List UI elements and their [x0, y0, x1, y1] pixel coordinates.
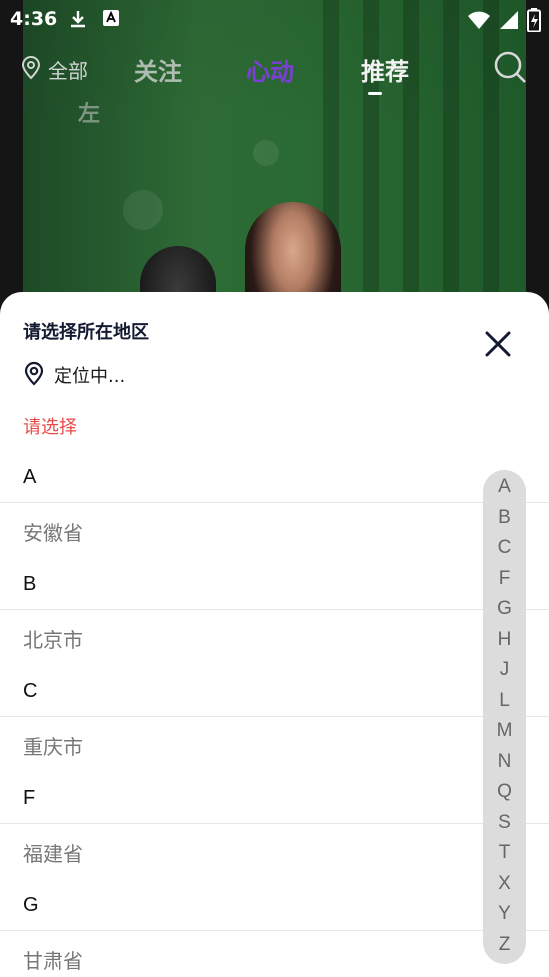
location-pin-icon — [20, 54, 42, 85]
ceiling-light — [123, 190, 163, 230]
index-letter[interactable]: B — [483, 507, 526, 529]
index-letter[interactable]: C — [483, 537, 526, 559]
index-letter[interactable]: N — [483, 751, 526, 773]
list-item-province[interactable]: 甘肃省 — [0, 931, 549, 977]
tab-recommend[interactable]: 推荐 — [361, 52, 409, 87]
list-item-province[interactable]: 安徽省 — [0, 503, 549, 559]
section-header-b: B — [0, 559, 549, 610]
index-letter[interactable]: Y — [483, 903, 526, 925]
index-letter[interactable]: S — [483, 812, 526, 834]
list-item-province[interactable]: 重庆市 — [0, 717, 549, 773]
location-filter[interactable]: 全部 — [20, 54, 88, 85]
signal-icon — [499, 10, 519, 34]
ceiling-light — [253, 140, 279, 166]
index-letter[interactable]: T — [483, 842, 526, 864]
location-pin-icon — [23, 360, 45, 390]
download-icon — [68, 9, 88, 33]
index-letter[interactable]: H — [483, 629, 526, 651]
section-header-a: A — [0, 452, 549, 503]
current-location-row[interactable]: 定位中... — [23, 360, 125, 390]
tab-follow[interactable]: 关注 — [134, 52, 182, 87]
select-prompt: 请选择 — [23, 417, 77, 438]
index-letter[interactable]: F — [483, 568, 526, 590]
location-filter-label: 全部 — [48, 59, 88, 83]
index-letter[interactable]: L — [483, 690, 526, 712]
section-header-g: G — [0, 880, 549, 931]
wifi-icon — [467, 10, 491, 34]
index-letter[interactable]: G — [483, 598, 526, 620]
section-header-c: C — [0, 666, 549, 717]
list-item-province[interactable]: 北京市 — [0, 610, 549, 666]
close-button[interactable] — [482, 328, 514, 360]
list-item-province[interactable]: 福建省 — [0, 824, 549, 880]
region-selector-sheet: 请选择所在地区 定位中... 请选择 A 安徽省 B 北京市 C 重庆市 F 福… — [0, 292, 549, 977]
sheet-title: 请选择所在地区 — [23, 322, 149, 343]
app-notification-icon — [102, 9, 120, 33]
index-letter[interactable]: M — [483, 720, 526, 742]
active-tab-indicator — [368, 92, 382, 95]
alphabet-index-bar[interactable]: A B C F G H J L M N Q S T X Y Z — [483, 470, 526, 964]
status-bar: 4:36 — [0, 0, 549, 40]
close-icon — [485, 331, 511, 357]
locating-text: 定位中... — [54, 366, 126, 387]
index-letter[interactable]: X — [483, 873, 526, 895]
status-time: 4:36 — [10, 8, 58, 30]
index-letter[interactable]: A — [483, 476, 526, 498]
section-header-f: F — [0, 773, 549, 824]
search-icon[interactable] — [493, 50, 527, 88]
index-letter[interactable]: J — [483, 659, 526, 681]
tab-heartbeat[interactable]: 心动 — [246, 52, 294, 87]
region-list: A 安徽省 B 北京市 C 重庆市 F 福建省 G 甘肃省 — [0, 452, 549, 977]
overlay-badge-text: 左 — [78, 102, 101, 127]
battery-charging-icon — [527, 8, 541, 36]
index-letter[interactable]: Z — [483, 934, 526, 956]
index-letter[interactable]: Q — [483, 781, 526, 803]
top-navigation: 全部 关注 心动 推荐 — [0, 50, 549, 95]
